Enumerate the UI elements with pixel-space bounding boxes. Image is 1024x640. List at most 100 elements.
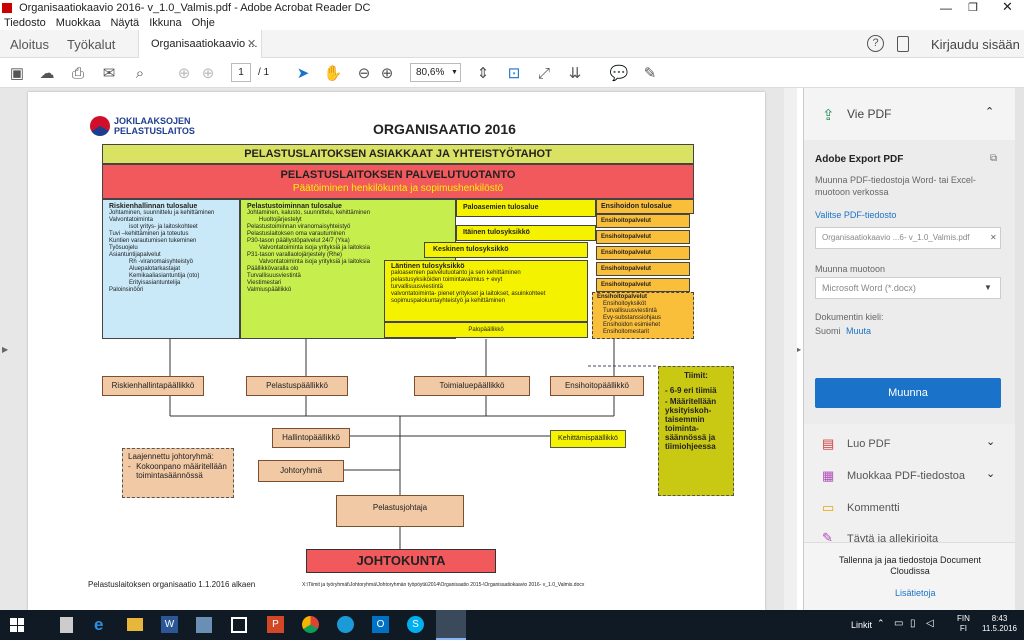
comment-label: Kommentti <box>847 502 900 514</box>
title-bar: Organisaatiokaavio 2016- v_1.0_Valmis.pd… <box>0 0 1024 16</box>
dev-chief: Kehittämispäällikkö <box>550 430 626 448</box>
select-cursor-icon[interactable]: ➤ <box>294 64 312 82</box>
zoom-out-icon[interactable]: ⊖ <box>355 64 373 82</box>
clock-date: 11.5.2016 <box>982 624 1017 633</box>
network-icon[interactable]: ▭ <box>894 618 903 629</box>
footer-left: Pelastuslaitoksen organisaatio 1.1.2016 … <box>88 580 256 589</box>
chevron-down-icon[interactable]: ⌄ <box>986 435 995 448</box>
signin-link[interactable]: Kirjaudu sisään <box>931 37 1020 52</box>
skype-icon[interactable]: S <box>407 616 424 633</box>
chrome-icon[interactable] <box>302 616 319 633</box>
menu-edit[interactable]: Muokkaa <box>56 17 101 29</box>
tab-document[interactable]: Organisaatiokaavio ... ✕ <box>138 30 262 58</box>
select-file-link[interactable]: Valitse PDF-tiedosto <box>815 210 896 220</box>
connector-lines <box>169 339 658 550</box>
format-select[interactable]: Microsoft Word (*.docx) ▼ <box>815 277 1001 299</box>
chevron-down-icon[interactable]: ⌄ <box>986 467 995 480</box>
minimize-icon[interactable]: — <box>940 0 952 16</box>
doc-lang-value: Suomi <box>815 326 841 336</box>
rescue-director: Pelastusjohtaja <box>336 495 464 527</box>
comment-icon[interactable]: 💬 <box>610 64 629 82</box>
more-info-link[interactable]: Lisätietoja <box>895 588 936 598</box>
export-header[interactable]: ⇪ Vie PDF ⌃ <box>804 88 1015 140</box>
app-icon[interactable] <box>337 616 354 633</box>
clear-icon[interactable]: ✕ <box>990 228 997 248</box>
tool-create-pdf[interactable]: ▤ Luo PDF ⌄ <box>804 432 1015 458</box>
zoom-in-icon[interactable]: ⊕ <box>378 64 396 82</box>
fullscreen-icon[interactable]: ⤢ <box>535 64 553 82</box>
prev-page-icon[interactable]: ⊕ <box>175 64 193 82</box>
file-field-value: Organisaatiokaavio ...6- v_1.0_Valmis.pd… <box>822 233 970 242</box>
restore-icon[interactable]: ❐ <box>968 0 978 16</box>
battery-icon[interactable]: ▯ <box>910 618 916 629</box>
ext-group-title: Laajennettu johtoryhmä: <box>128 452 214 461</box>
vertical-scrollbar[interactable] <box>784 88 797 610</box>
email-icon[interactable]: ✉ <box>100 64 118 82</box>
file-field[interactable]: Organisaatiokaavio ...6- v_1.0_Valmis.pd… <box>815 227 1001 249</box>
export-desc: Muunna PDF-tiedostoja Word- tai Excel-mu… <box>815 175 976 197</box>
convert-to-label: Muunna muotoon <box>815 264 886 274</box>
cloud-promo-text: Tallenna ja jaa tiedostoja Document Clou… <box>838 555 982 576</box>
mobile-link-icon[interactable] <box>897 36 909 52</box>
hand-tool-icon[interactable]: ✋ <box>324 64 343 82</box>
fit-page-icon[interactable]: ⊡ <box>505 64 523 82</box>
tab-close-icon[interactable]: ✕ <box>247 37 256 50</box>
explorer-icon[interactable] <box>127 618 143 631</box>
cloud-settings-icon[interactable]: ⧉ <box>990 153 997 164</box>
pen-icon[interactable]: ✎ <box>641 64 659 82</box>
outlook-icon[interactable]: O <box>372 616 389 633</box>
next-page-icon[interactable]: ⊕ <box>199 64 217 82</box>
acrobat-taskbar-icon[interactable] <box>436 610 466 640</box>
app-icon <box>2 3 12 13</box>
ext-group-box: Laajennettu johtoryhmä: - Kokoonpano määr… <box>122 448 234 498</box>
edge-icon[interactable]: e <box>94 615 103 635</box>
help-icon[interactable]: ? <box>867 35 884 52</box>
calculator-icon[interactable] <box>60 617 73 633</box>
ext-group-item: - Kokoonpano määritellään toimintasäännös… <box>128 462 227 480</box>
clock[interactable]: 8:43 11.5.2016 <box>982 614 1017 634</box>
menu-view[interactable]: Näytä <box>110 17 139 29</box>
zoom-select[interactable]: 80,6% ▼ <box>410 63 461 82</box>
close-icon[interactable]: ✕ <box>1002 0 1013 15</box>
search-icon[interactable]: ⌕ <box>131 64 149 82</box>
change-lang-link[interactable]: Muuta <box>846 326 871 336</box>
upload-icon[interactable]: ☁ <box>38 64 56 82</box>
taskbar: e W P O S Linkit ⌃ ▭ ▯ ◁ FIN FI 8:43 11.… <box>0 610 1024 640</box>
volume-icon[interactable]: ◁ <box>926 618 934 629</box>
chief-first-aid: Ensihoitopäällikkö <box>550 376 644 396</box>
convert-button[interactable]: Muunna <box>815 378 1001 408</box>
start-icon[interactable] <box>10 618 24 632</box>
lang-indicator[interactable]: FIN FI <box>957 614 970 634</box>
print-icon[interactable]: ⎙ <box>69 64 87 82</box>
export-title: Vie PDF <box>847 107 892 121</box>
page-total: / 1 <box>258 67 270 78</box>
menu-file[interactable]: Tiedosto <box>4 17 46 29</box>
page-number-input[interactable]: 1 <box>231 63 251 82</box>
tool-fill-sign[interactable]: ✎ Täytä ja allekirjoita <box>804 528 1015 542</box>
management-group: Johtoryhmä <box>258 460 344 482</box>
pane-scrollbar[interactable] <box>1015 88 1024 610</box>
app-icon[interactable] <box>196 617 212 633</box>
menu-window[interactable]: Ikkuna <box>149 17 181 29</box>
powerpoint-icon[interactable]: P <box>267 616 284 633</box>
tab-document-label: Organisaatiokaavio ... <box>151 38 258 50</box>
footer-right: X:\Tiimit ja työryhmät\Johtoryhmä\Johtor… <box>302 582 585 588</box>
tray-up-icon[interactable]: ⌃ <box>877 618 885 629</box>
menu-help[interactable]: Ohje <box>192 17 215 29</box>
word-icon[interactable]: W <box>161 616 178 633</box>
chevron-up-icon[interactable]: ⌃ <box>985 105 994 118</box>
window-title: Organisaatiokaavio 2016- v_1.0_Valmis.pd… <box>19 2 371 14</box>
scroll-mode-icon[interactable]: ⇊ <box>566 64 584 82</box>
tab-home[interactable]: Aloitus <box>10 37 49 52</box>
store-icon[interactable] <box>231 617 247 633</box>
fit-width-icon[interactable]: ⇕ <box>474 64 492 82</box>
teams-item: - Määritellään yksityiskoh-taisemmin toi… <box>665 397 717 451</box>
collapse-left-icon[interactable]: ▶ <box>2 345 8 354</box>
tool-comment[interactable]: ▭ Kommentti <box>804 496 1015 522</box>
save-icon[interactable]: ▣ <box>8 64 26 82</box>
links-label[interactable]: Linkit <box>851 620 872 630</box>
tab-tools[interactable]: Työkalut <box>67 37 115 52</box>
export-pdf-icon: ⇪ <box>822 107 835 124</box>
chevron-down-icon: ▼ <box>984 283 992 292</box>
tool-edit-pdf[interactable]: ▦ Muokkaa PDF-tiedostoa ⌄ <box>804 464 1015 490</box>
